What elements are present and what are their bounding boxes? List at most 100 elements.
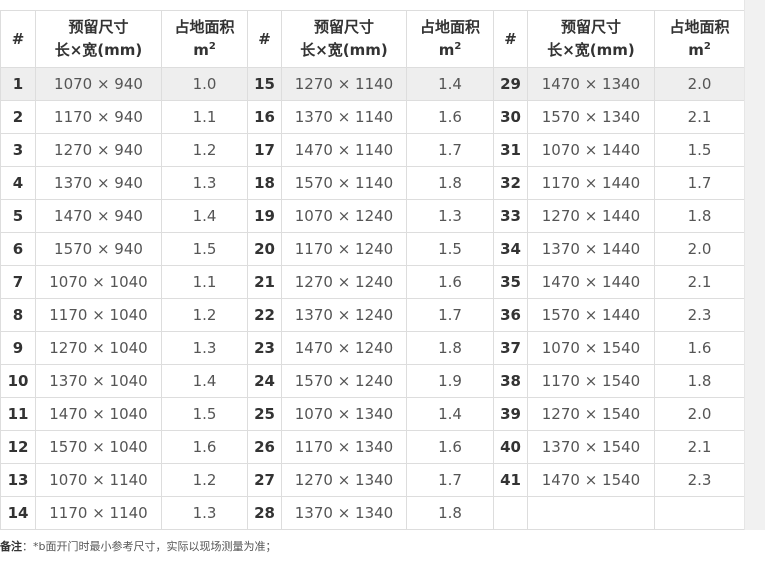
cell-index: 6 (0, 232, 36, 266)
table-row: 1 1070 × 940 1.0 15 1270 × 1140 1.4 29 1470 × 1… (0, 67, 745, 101)
cell-area: 1.7 (654, 166, 745, 200)
cell-size: 1170 × 1140 (35, 496, 162, 530)
cell-area: 1.6 (406, 100, 494, 134)
size-header-line1: 预留尺寸 (560, 18, 621, 36)
cell-size: 1070 × 940 (35, 67, 162, 101)
cell-area: 1.7 (406, 463, 494, 497)
cell-size: 1170 × 1340 (281, 430, 407, 464)
cell-size: 1170 × 1240 (281, 232, 407, 266)
cell-index: 8 (0, 298, 36, 332)
cell-area: 1.3 (406, 199, 494, 233)
cell-index: 27 (247, 463, 282, 497)
cell-area: 1.1 (161, 100, 248, 134)
size-header: 预留尺寸 长×宽(mm) (527, 10, 655, 68)
cell-index: 22 (247, 298, 282, 332)
cell-area: 1.1 (161, 265, 248, 299)
cell-area: 1.3 (161, 496, 248, 530)
area-header: 占地面积 m2 (406, 10, 494, 68)
cell-size: 1570 × 1240 (281, 364, 407, 398)
cell-index: 14 (0, 496, 36, 530)
cell-index: 21 (247, 265, 282, 299)
cell-size: 1570 × 1340 (527, 100, 655, 134)
cell-area: 1.7 (406, 133, 494, 167)
cell-index: 10 (0, 364, 36, 398)
index-header: # (247, 10, 282, 68)
cell-area: 1.4 (161, 364, 248, 398)
cell-size: 1270 × 1140 (281, 67, 407, 101)
cell-index: 41 (493, 463, 528, 497)
cell-index: 20 (247, 232, 282, 266)
cell-size: 1570 × 1140 (281, 166, 407, 200)
cell-area: 1.9 (406, 364, 494, 398)
cell-size: 1170 × 940 (35, 100, 162, 134)
cell-size: 1070 × 1040 (35, 265, 162, 299)
cell-size: 1470 × 1540 (527, 463, 655, 497)
cell-size: 1170 × 1540 (527, 364, 655, 398)
table-row: 12 1570 × 1040 1.6 26 1170 × 1340 1.6 40 1370 ×… (0, 430, 745, 464)
cell-index: 40 (493, 430, 528, 464)
empty-cell (654, 496, 745, 530)
table-scroll-area[interactable]: # 预留尺寸 长×宽(mm) 占地面积 m2 # 预留尺寸 长×宽(mm) 占地… (0, 0, 765, 530)
cell-area: 1.4 (406, 397, 494, 431)
table-row: 7 1070 × 1040 1.1 21 1270 × 1240 1.6 35 1470 × … (0, 265, 745, 299)
table-row: 3 1270 × 940 1.2 17 1470 × 1140 1.7 31 1070 × 1… (0, 133, 745, 167)
area-header-line1: 占地面积 (174, 18, 235, 36)
table-row: 6 1570 × 940 1.5 20 1170 × 1240 1.5 34 1370 × 1… (0, 232, 745, 266)
empty-cell (493, 496, 528, 530)
cell-area: 1.2 (161, 298, 248, 332)
area-header-line1: 占地面积 (669, 18, 730, 36)
cell-area: 1.6 (161, 430, 248, 464)
area-header: 占地面积 m2 (161, 10, 248, 68)
vertical-scrollbar[interactable] (744, 0, 765, 530)
area-header-unit: m2 (438, 41, 462, 59)
cell-size: 1270 × 1540 (527, 397, 655, 431)
size-header-line2: 长×宽(mm) (54, 41, 143, 59)
cell-area: 1.8 (654, 364, 745, 398)
cell-size: 1270 × 1440 (527, 199, 655, 233)
cell-index: 4 (0, 166, 36, 200)
cell-index: 25 (247, 397, 282, 431)
cell-index: 36 (493, 298, 528, 332)
cell-area: 2.3 (654, 298, 745, 332)
cell-size: 1470 × 1040 (35, 397, 162, 431)
cell-size: 1370 × 1340 (281, 496, 407, 530)
cell-size: 1070 × 1140 (35, 463, 162, 497)
cell-index: 19 (247, 199, 282, 233)
cell-index: 1 (0, 67, 36, 101)
cell-area: 1.7 (406, 298, 494, 332)
size-spec-table: # 预留尺寸 长×宽(mm) 占地面积 m2 # 预留尺寸 长×宽(mm) 占地… (0, 10, 745, 530)
cell-index: 12 (0, 430, 36, 464)
table-row: 11 1470 × 1040 1.5 25 1070 × 1340 1.4 39 1270 ×… (0, 397, 745, 431)
cell-size: 1070 × 1240 (281, 199, 407, 233)
cell-size: 1570 × 940 (35, 232, 162, 266)
table-row: 8 1170 × 1040 1.2 22 1370 × 1240 1.7 36 1570 × … (0, 298, 745, 332)
cell-size: 1570 × 1040 (35, 430, 162, 464)
cell-area: 1.5 (161, 397, 248, 431)
cell-size: 1470 × 1140 (281, 133, 407, 167)
cell-area: 1.6 (406, 430, 494, 464)
cell-area: 2.1 (654, 100, 745, 134)
table-row: 14 1170 × 1140 1.3 28 1370 × 1340 1.8 (0, 496, 745, 530)
cell-index: 11 (0, 397, 36, 431)
cell-index: 38 (493, 364, 528, 398)
cell-size: 1570 × 1440 (527, 298, 655, 332)
area-header-line1: 占地面积 (419, 18, 480, 36)
cell-index: 23 (247, 331, 282, 365)
cell-area: 1.4 (161, 199, 248, 233)
table-row: 9 1270 × 1040 1.3 23 1470 × 1240 1.8 37 1070 × … (0, 331, 745, 365)
area-header-unit: m2 (193, 41, 216, 59)
cell-size: 1070 × 1540 (527, 331, 655, 365)
area-header-unit: m2 (688, 41, 711, 59)
size-header: 预留尺寸 长×宽(mm) (281, 10, 407, 68)
cell-area: 1.5 (406, 232, 494, 266)
cell-index: 32 (493, 166, 528, 200)
cell-index: 24 (247, 364, 282, 398)
cell-index: 2 (0, 100, 36, 134)
size-header: 预留尺寸 长×宽(mm) (35, 10, 162, 68)
cell-area: 2.3 (654, 463, 745, 497)
cell-size: 1470 × 1340 (527, 67, 655, 101)
cell-index: 37 (493, 331, 528, 365)
cell-index: 34 (493, 232, 528, 266)
cell-index: 33 (493, 199, 528, 233)
cell-size: 1370 × 1040 (35, 364, 162, 398)
